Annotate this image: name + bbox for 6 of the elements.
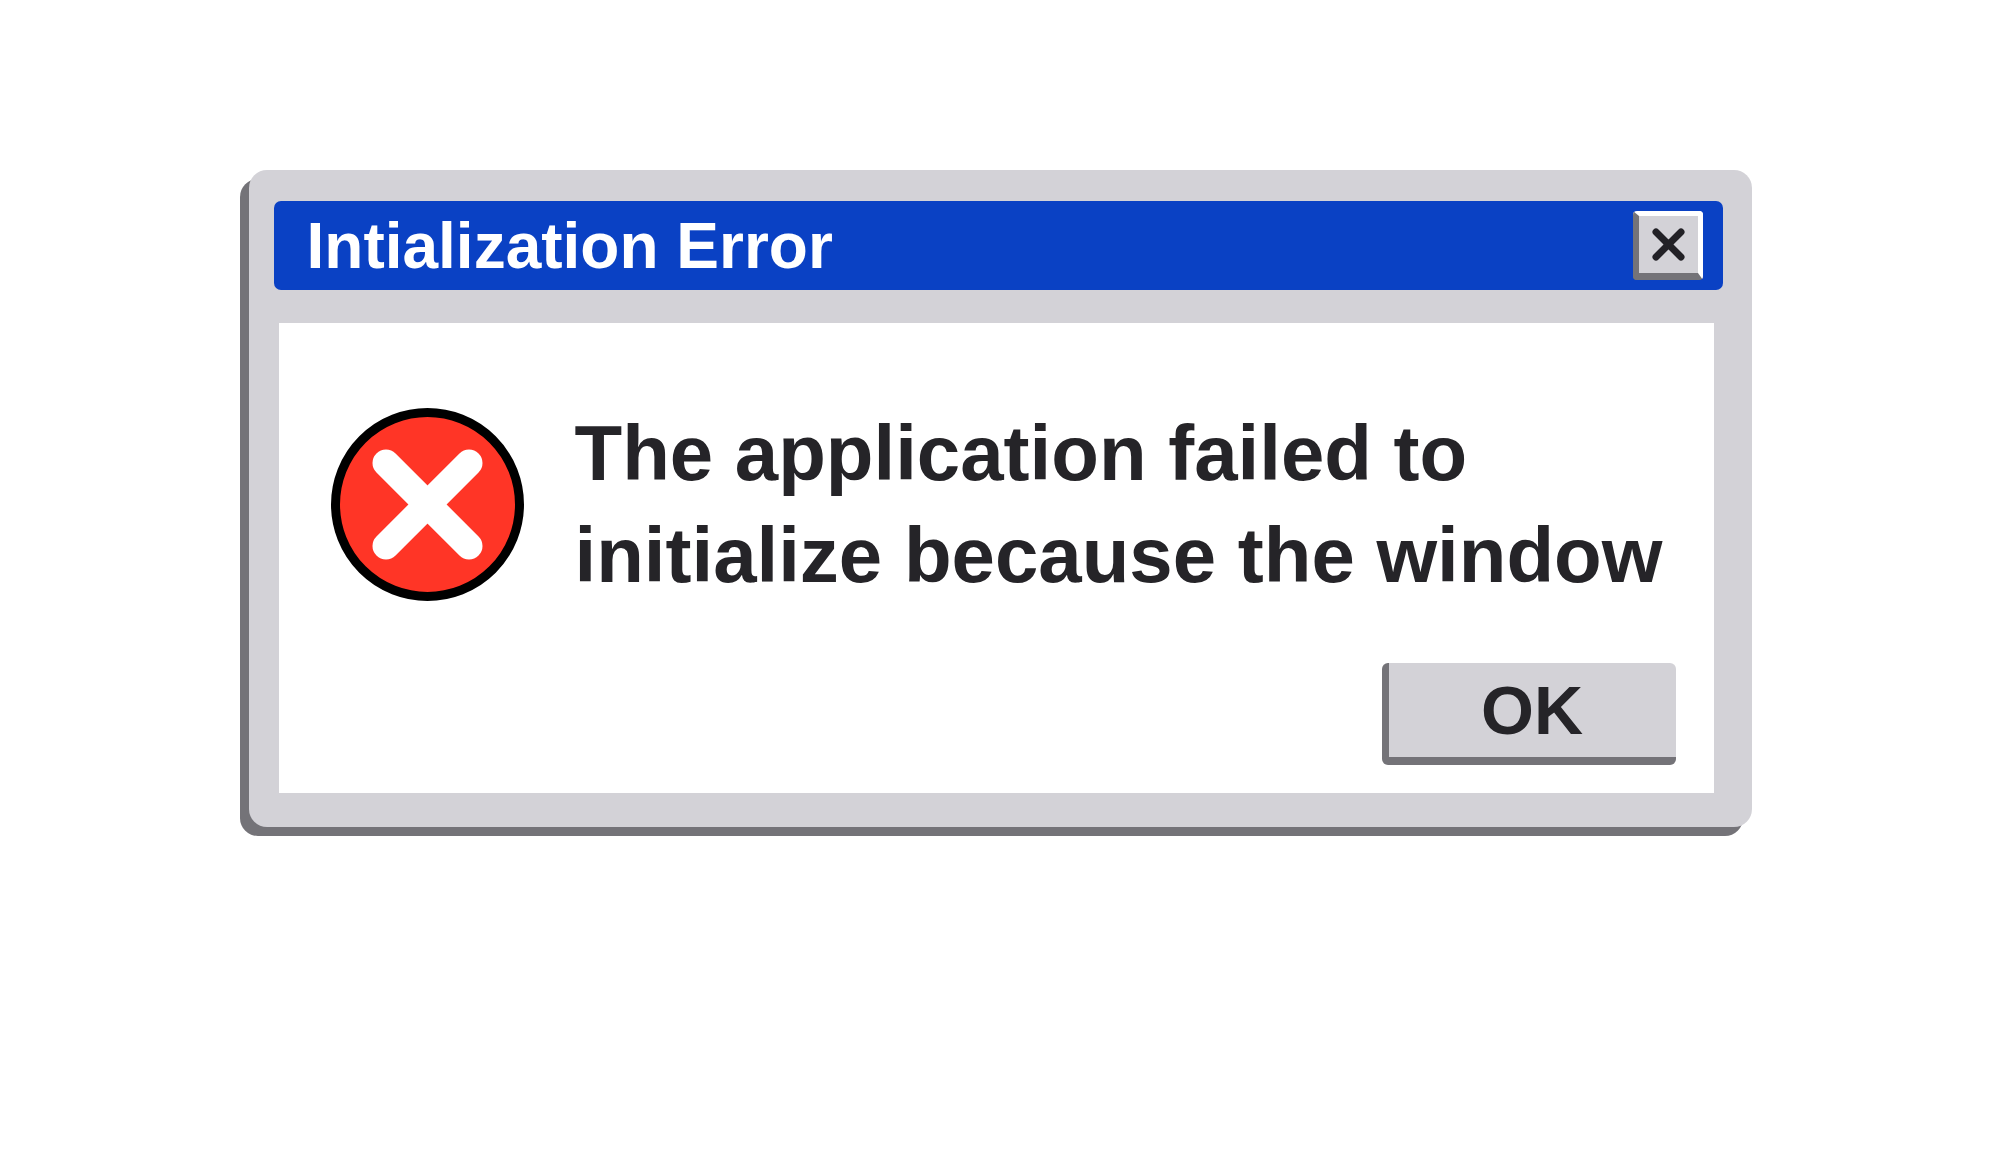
ok-button[interactable]: OK: [1381, 663, 1676, 765]
window-title: Intialization Error: [306, 213, 833, 278]
error-icon: [330, 407, 524, 601]
close-button[interactable]: [1632, 211, 1703, 280]
error-message: The application failed to initialize because the window: [574, 408, 1664, 601]
close-icon: [1650, 227, 1686, 262]
